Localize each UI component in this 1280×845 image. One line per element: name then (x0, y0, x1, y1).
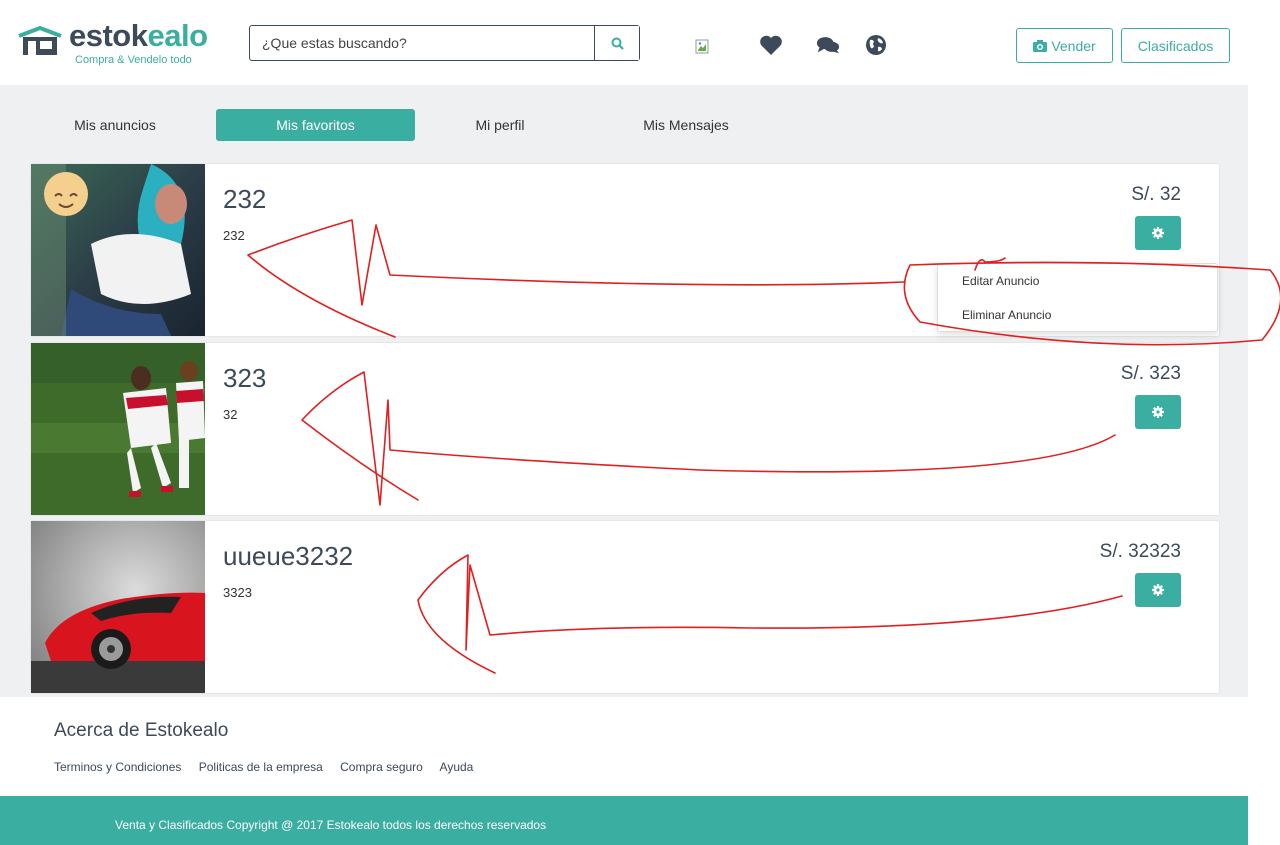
gear-icon (1152, 406, 1164, 418)
tab-my-messages[interactable]: Mis Mensajes (610, 109, 762, 141)
classifieds-button-label: Clasificados (1137, 37, 1214, 54)
settings-button[interactable] (1135, 216, 1181, 250)
copyright-text: Venta y Clasificados Copyright @ 2017 Es… (115, 818, 547, 832)
footer-links: Terminos y Condiciones Politicas de la e… (54, 760, 487, 774)
gear-icon (1152, 227, 1164, 239)
main-content: Mis anuncios Mis favoritos Mi perfil Mis… (0, 85, 1248, 697)
gear-icon (1152, 584, 1164, 596)
footer-link-secure-purchase[interactable]: Compra seguro (340, 760, 423, 774)
listing-title[interactable]: 232 (223, 184, 266, 215)
globe-icon[interactable] (864, 33, 888, 57)
listing-price: S/. 32323 (1099, 541, 1181, 562)
classifieds-button[interactable]: Clasificados (1121, 28, 1230, 63)
listing-price: S/. 32 (1131, 184, 1181, 205)
sell-button[interactable]: Vender (1016, 28, 1113, 63)
logo[interactable]: estokealo Compra & Vendelo todo (17, 18, 217, 70)
listing-price: S/. 323 (1120, 363, 1181, 384)
footer-link-help[interactable]: Ayuda (440, 760, 474, 774)
about-title: Acerca de Estokealo (54, 720, 229, 741)
listing-options-menu: Editar Anuncio Eliminar Anuncio (937, 263, 1218, 332)
search-button[interactable] (594, 26, 639, 60)
settings-button[interactable] (1135, 573, 1181, 607)
listing-description: 32 (223, 407, 238, 422)
listing-card: uueue3232 3323 S/. 32323 (30, 520, 1220, 694)
header: estokealo Compra & Vendelo todo ¿Que est… (0, 0, 1280, 85)
tab-label: Mis Mensajes (643, 117, 729, 133)
listing-title[interactable]: 323 (223, 363, 266, 394)
listing-description: 232 (223, 228, 245, 243)
tab-label: Mis favoritos (276, 117, 355, 133)
listing-card: 323 32 S/. 323 (30, 342, 1220, 516)
listing-title[interactable]: uueue3232 (223, 541, 353, 572)
tab-my-ads[interactable]: Mis anuncios (30, 109, 200, 141)
footer-link-policies[interactable]: Politicas de la empresa (199, 760, 323, 774)
sell-button-label: Vender (1051, 37, 1096, 54)
listing-image[interactable] (31, 164, 205, 336)
brand-name: estokealo (69, 18, 208, 53)
edit-listing-menu-item[interactable]: Editar Anuncio (962, 274, 1039, 288)
page: estokealo Compra & Vendelo todo ¿Que est… (0, 0, 1280, 845)
settings-button[interactable] (1135, 395, 1181, 429)
tab-label: Mi perfil (475, 117, 525, 133)
listing-image[interactable] (31, 343, 205, 515)
listing-image[interactable] (31, 521, 205, 693)
brand-tagline: Compra & Vendelo todo (75, 54, 192, 66)
comments-icon[interactable] (816, 33, 840, 57)
search-input[interactable] (250, 26, 595, 60)
search-bar (249, 25, 640, 61)
tab-my-favorites[interactable]: Mis favoritos (216, 109, 415, 141)
tab-my-profile[interactable]: Mi perfil (425, 109, 575, 141)
heart-icon[interactable] (759, 33, 783, 57)
broken-image-icon[interactable] (695, 39, 711, 55)
search-icon (611, 37, 624, 50)
camera-icon (1033, 39, 1048, 52)
delete-listing-menu-item[interactable]: Eliminar Anuncio (962, 308, 1051, 322)
house-logo-icon (18, 26, 62, 55)
footer-bar: Venta y Clasificados Copyright @ 2017 Es… (0, 796, 1248, 845)
footer-link-terms[interactable]: Terminos y Condiciones (54, 760, 181, 774)
listing-description: 3323 (223, 585, 252, 600)
tab-label: Mis anuncios (74, 117, 156, 133)
